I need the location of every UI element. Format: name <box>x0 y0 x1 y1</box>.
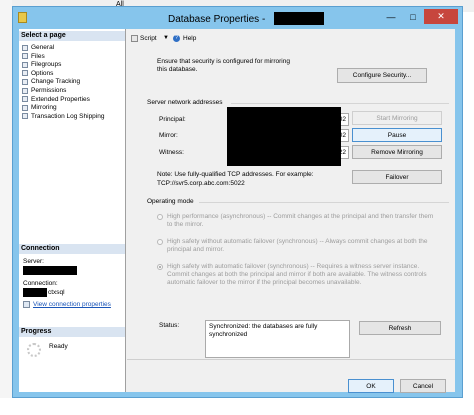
mirror-label: Mirror: <box>159 132 178 139</box>
progress-header: Progress <box>19 327 125 337</box>
window-title: Database Properties - <box>168 14 266 25</box>
security-note: Ensure that security is configured for m… <box>157 58 290 73</box>
operating-mode-text: Commit changes at both the principal and… <box>167 271 427 278</box>
operating-mode-text: High safety without automatic failover (… <box>167 238 428 245</box>
operating-mode-text: High safety with automatic failover (syn… <box>167 263 420 270</box>
server-label: Server: <box>23 258 44 265</box>
principal-label: Principal: <box>159 116 186 123</box>
connection-header: Connection <box>19 244 125 254</box>
operating-mode-radio-3[interactable] <box>157 264 163 270</box>
page-icon <box>22 87 28 94</box>
background-app-left-edge <box>0 0 12 415</box>
connection-properties-icon <box>23 301 30 308</box>
database-properties-window: Database Properties - — □ ✕ Select a pag… <box>12 6 463 398</box>
page-icon <box>22 70 28 77</box>
failover-button[interactable]: Failover <box>352 170 442 184</box>
page-icon <box>22 104 28 111</box>
operating-mode-divider <box>199 202 449 203</box>
operating-mode-text: High performance (asynchronous) -- Commi… <box>167 213 434 220</box>
status-textbox[interactable]: Synchronized: the databases are fully sy… <box>205 320 350 358</box>
operating-mode-radio-1[interactable] <box>157 214 163 220</box>
background-app-bottom <box>0 398 474 415</box>
view-connection-properties-link[interactable]: View connection properties <box>33 301 111 308</box>
script-dropdown-chevron-icon[interactable]: ▼ <box>163 35 169 41</box>
refresh-button[interactable]: Refresh <box>359 321 441 335</box>
page-icon <box>22 61 28 68</box>
operating-mode-radio-2[interactable] <box>157 239 163 245</box>
ok-button[interactable]: OK <box>348 379 394 393</box>
script-button[interactable]: Script <box>140 35 157 42</box>
help-button[interactable]: Help <box>183 35 196 42</box>
window-controls: — □ ✕ <box>380 9 458 25</box>
help-icon: ? <box>173 35 180 42</box>
redacted-server-name <box>23 266 77 275</box>
operating-mode-label: Operating mode <box>147 198 194 205</box>
toolbar: Script ▼ ? Help <box>127 29 455 45</box>
remove-mirroring-button[interactable]: Remove Mirroring <box>352 145 442 159</box>
redacted-connection-user <box>23 288 47 297</box>
address-note-example: TCP://svr5.corp.abc.com:5022 <box>157 180 245 187</box>
network-group-divider <box>231 103 449 104</box>
page-item-transaction-log-shipping[interactable]: Transaction Log Shipping <box>22 112 104 121</box>
select-page-header: Select a page <box>19 31 125 41</box>
cancel-button[interactable]: Cancel <box>400 379 446 393</box>
redacted-address-overlay <box>227 107 341 166</box>
page-icon <box>22 44 28 51</box>
address-note: Note: Use fully-qualified TCP addresses.… <box>157 171 314 178</box>
footer-divider <box>127 359 455 360</box>
title-bar[interactable]: Database Properties - — □ ✕ <box>13 7 462 29</box>
operating-mode-text: principal and mirror. <box>167 246 225 253</box>
operating-mode-text: to the mirror. <box>167 221 204 228</box>
dialog-footer: OK Cancel <box>127 359 455 393</box>
configure-security-button[interactable]: Configure Security... <box>337 68 427 83</box>
pause-button[interactable]: Pause <box>352 128 442 142</box>
maximize-button[interactable]: □ <box>402 9 424 24</box>
page-icon <box>22 78 28 85</box>
mirroring-page: Ensure that security is configured for m… <box>127 45 455 358</box>
minimize-button[interactable]: — <box>380 9 402 24</box>
page-item-label: Transaction Log Shipping <box>31 112 105 120</box>
page-icon <box>22 96 28 103</box>
redacted-database-name <box>274 12 324 25</box>
page-icon <box>22 113 28 120</box>
dialog-client-area: Select a page General Files Filegroups Opti… <box>19 29 455 393</box>
network-group-label: Server network addresses <box>147 99 223 106</box>
witness-label: Witness: <box>159 149 184 156</box>
database-icon <box>18 12 27 23</box>
status-label: Status: <box>159 322 180 329</box>
connection-user-suffix: ctxsql <box>48 289 65 296</box>
progress-spinner-icon <box>27 343 41 357</box>
left-navigation-pane: Select a page General Files Filegroups Opti… <box>19 29 126 392</box>
close-button[interactable]: ✕ <box>424 9 458 24</box>
progress-status: Ready <box>49 343 68 350</box>
connection-label: Connection: <box>23 280 58 287</box>
start-mirroring-button[interactable]: Start Mirroring <box>352 111 442 125</box>
page-icon <box>22 53 28 60</box>
operating-mode-text: automatic failover to the mirror if the … <box>167 279 362 286</box>
script-icon <box>131 35 138 42</box>
